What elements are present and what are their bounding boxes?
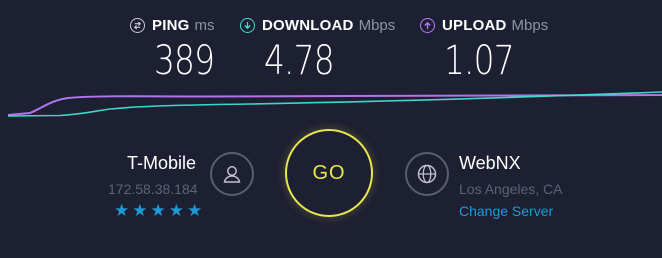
rating-star-icon[interactable]: ★: [132, 201, 147, 221]
server-button[interactable]: [405, 152, 449, 196]
ping-label: PING: [152, 16, 190, 34]
isp-ip-address: 172.58.38.184: [108, 181, 198, 197]
rating-star-icon[interactable]: ★: [114, 201, 129, 221]
upload-graph-line: [7, 94, 662, 116]
download-unit: Mbps: [358, 16, 396, 34]
download-metric: DOWNLOAD Mbps 4.78: [240, 14, 395, 84]
change-server-link[interactable]: Change Server: [459, 203, 553, 219]
go-button[interactable]: GO: [285, 129, 373, 217]
upload-label: UPLOAD: [442, 16, 507, 34]
isp-rating[interactable]: ★ ★ ★ ★ ★: [114, 201, 202, 221]
upload-arrow-icon: [420, 17, 435, 33]
rating-star-icon[interactable]: ★: [187, 201, 202, 221]
server-name: WebNX: [459, 153, 521, 173]
speed-graph: [7, 91, 662, 117]
download-arrow-icon: [240, 17, 255, 33]
ping-icon: [130, 17, 145, 33]
rating-star-icon[interactable]: ★: [151, 201, 166, 221]
globe-icon: [417, 164, 437, 184]
user-icon: [223, 166, 241, 183]
upload-metric: UPLOAD Mbps 1.07: [420, 14, 548, 84]
upload-unit: Mbps: [511, 16, 549, 34]
isp-name: T-Mobile: [127, 153, 197, 173]
server-location: Los Angeles, CA: [459, 181, 563, 197]
download-header: DOWNLOAD Mbps: [240, 14, 395, 36]
rating-star-icon[interactable]: ★: [169, 201, 184, 221]
isp-button[interactable]: [210, 152, 254, 196]
ping-unit: ms: [194, 16, 215, 34]
download-label: DOWNLOAD: [262, 16, 354, 34]
ping-header: PING ms: [130, 14, 214, 36]
upload-header: UPLOAD Mbps: [420, 14, 548, 36]
ping-metric: PING ms 389: [130, 14, 215, 84]
